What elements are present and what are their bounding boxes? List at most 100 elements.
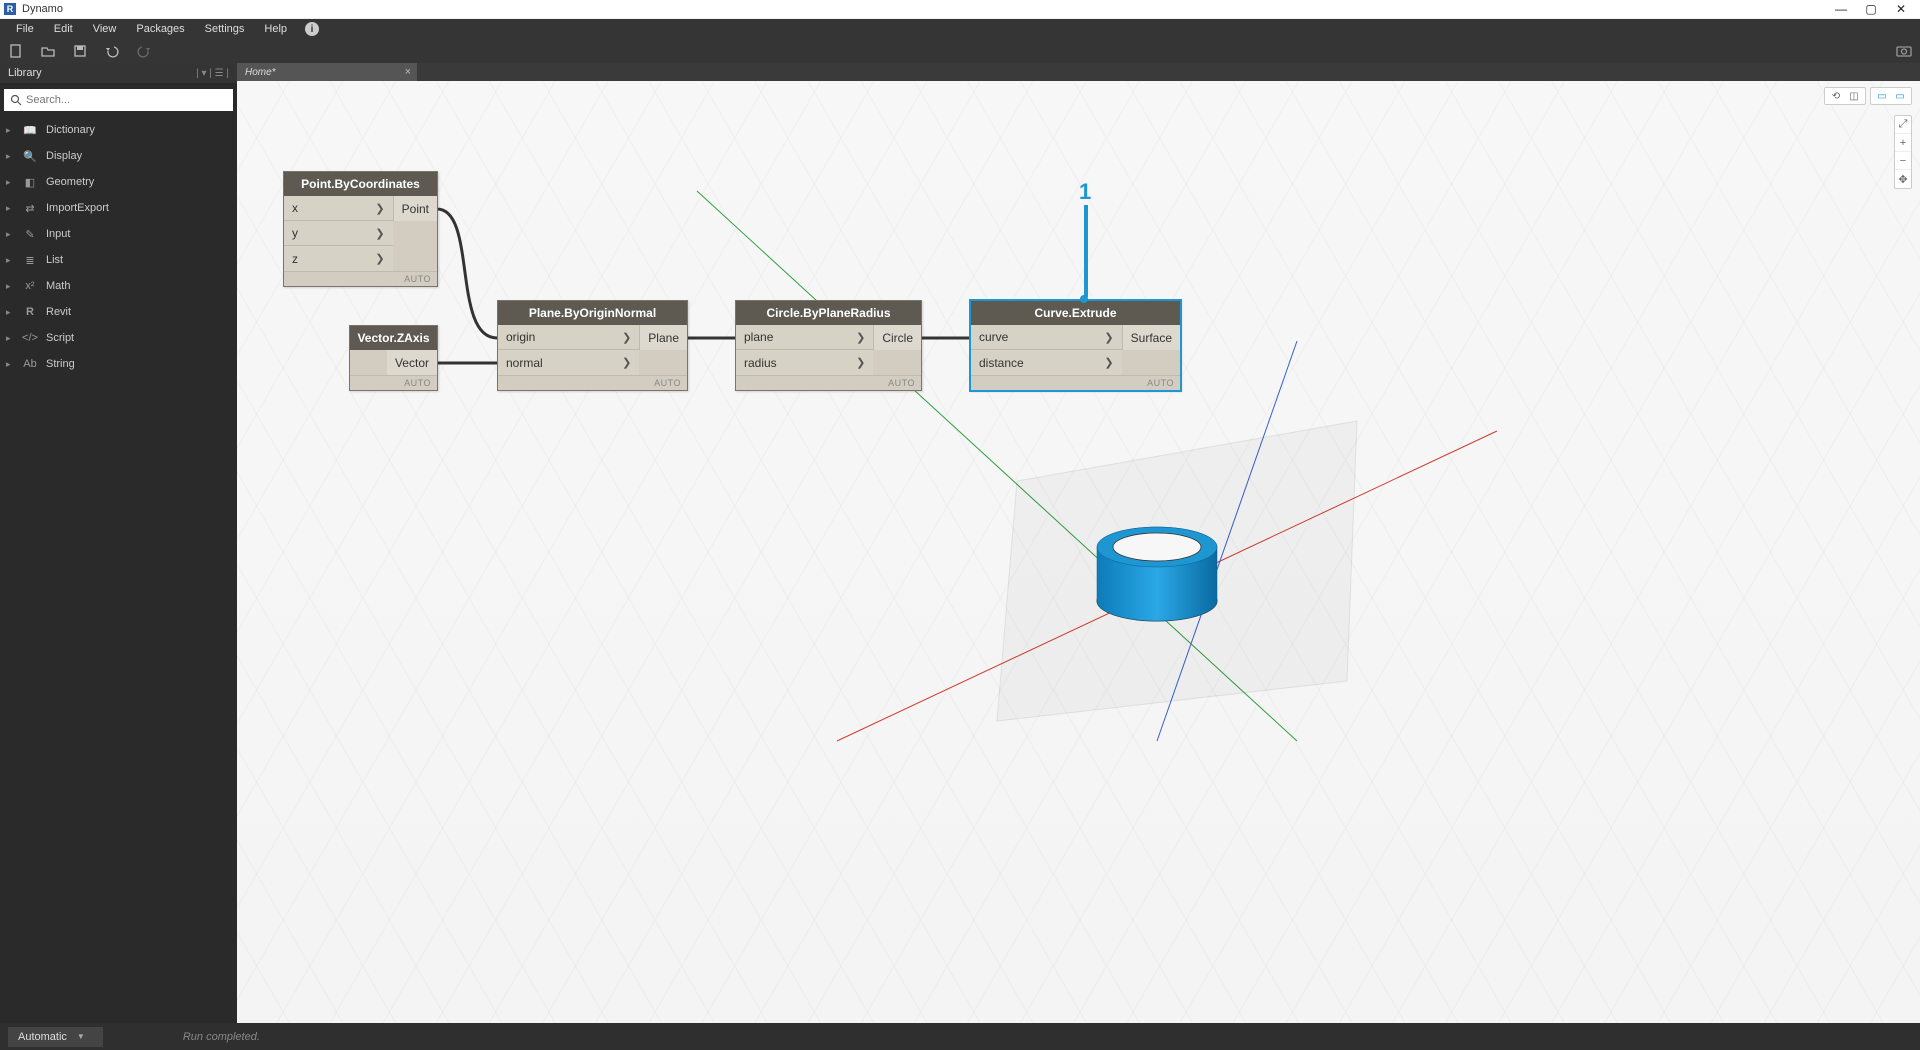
search-icon: [10, 94, 22, 106]
minimize-button[interactable]: —: [1826, 2, 1856, 16]
lib-label: Input: [46, 228, 70, 240]
input-port-origin[interactable]: origin❯: [498, 325, 639, 350]
node-title: Point.ByCoordinates: [284, 172, 437, 196]
node-circle-byplaneradius[interactable]: Circle.ByPlaneRadius plane❯ radius❯ Circ…: [735, 300, 922, 391]
lib-item-display[interactable]: ▸🔍Display: [0, 143, 237, 169]
lib-item-math[interactable]: ▸x²Math: [0, 273, 237, 299]
node-vector-zaxis[interactable]: Vector.ZAxis Vector AUTO: [349, 325, 438, 391]
input-port-z[interactable]: z❯: [284, 246, 393, 271]
app-icon: R: [4, 3, 16, 15]
revit-icon: R: [22, 306, 38, 318]
menu-help[interactable]: Help: [254, 19, 297, 39]
node-lacing: AUTO: [284, 271, 437, 286]
lib-label: Revit: [46, 306, 71, 318]
chevron-right-icon: ❯: [856, 356, 865, 369]
node-point-bycoordinates[interactable]: Point.ByCoordinates x❯ y❯ z❯ Point AUTO: [283, 171, 438, 287]
output-port-point[interactable]: Point: [393, 196, 437, 221]
tab-label: Home*: [245, 67, 276, 78]
view-mode-3d-group[interactable]: ⟲ ◫: [1824, 87, 1866, 105]
library-panel: Library | ▾ | ☰ | ▸📖Dictionary ▸🔍Display…: [0, 63, 237, 1023]
book-icon: 📖: [22, 124, 38, 137]
zoom-in-button[interactable]: +: [1895, 134, 1911, 152]
input-port-plane[interactable]: plane❯: [736, 325, 873, 350]
node-lacing: AUTO: [736, 375, 921, 390]
library-list: ▸📖Dictionary ▸🔍Display ▸◧Geometry ▸⇄Impo…: [0, 117, 237, 1023]
output-port-circle[interactable]: Circle: [873, 325, 921, 350]
info-icon[interactable]: i: [305, 22, 319, 36]
lib-item-geometry[interactable]: ▸◧Geometry: [0, 169, 237, 195]
lib-label: String: [46, 358, 75, 370]
workspace[interactable]: Home* ×: [237, 63, 1920, 1023]
pencil-icon: ✎: [22, 228, 38, 241]
annotation-number-1: 1: [1079, 179, 1091, 205]
graph-canvas[interactable]: Point.ByCoordinates x❯ y❯ z❯ Point AUTO …: [237, 81, 1920, 1023]
output-port-vector[interactable]: Vector: [387, 350, 437, 375]
wires: [237, 81, 1920, 1023]
menu-file[interactable]: File: [6, 19, 44, 39]
node-title: Plane.ByOriginNormal: [498, 301, 687, 325]
lib-item-dictionary[interactable]: ▸📖Dictionary: [0, 117, 237, 143]
camera-icon[interactable]: [1896, 43, 1912, 59]
new-file-icon[interactable]: [8, 43, 24, 59]
chevron-right-icon: ❯: [375, 202, 384, 215]
node-curve-extrude[interactable]: Curve.Extrude curve❯ distance❯ Surface A…: [970, 300, 1181, 391]
lib-label: Script: [46, 332, 74, 344]
undo-icon[interactable]: [104, 43, 120, 59]
chevron-right-icon: ❯: [622, 356, 631, 369]
lib-item-string[interactable]: ▸AbString: [0, 351, 237, 377]
lib-item-script[interactable]: ▸</>Script: [0, 325, 237, 351]
view-controls: ⟲ ◫ ▭ ▭: [1824, 87, 1912, 105]
library-search[interactable]: [4, 89, 233, 111]
menu-packages[interactable]: Packages: [126, 19, 194, 39]
open-file-icon[interactable]: [40, 43, 56, 59]
run-mode-selector[interactable]: Automatic ▼: [8, 1027, 103, 1047]
input-port-curve[interactable]: curve❯: [971, 325, 1122, 350]
fit-view-button[interactable]: ⤢: [1895, 116, 1911, 134]
swap-icon: ⇄: [22, 202, 38, 215]
close-button[interactable]: ✕: [1886, 2, 1916, 16]
lib-item-list[interactable]: ▸≣List: [0, 247, 237, 273]
lib-label: Geometry: [46, 176, 94, 188]
text-icon: Ab: [22, 358, 38, 370]
maximize-button[interactable]: ▢: [1856, 2, 1886, 16]
workspace-tab-home[interactable]: Home* ×: [237, 63, 417, 81]
input-port-x[interactable]: x❯: [284, 196, 393, 221]
library-header: Library | ▾ | ☰ |: [0, 63, 237, 83]
app-title: Dynamo: [22, 3, 1826, 15]
node-title: Vector.ZAxis: [350, 326, 437, 350]
zoom-out-button[interactable]: −: [1895, 152, 1911, 170]
menu-edit[interactable]: Edit: [44, 19, 83, 39]
lib-item-revit[interactable]: ▸RRevit: [0, 299, 237, 325]
library-title: Library: [8, 67, 196, 79]
chevron-right-icon: ❯: [1104, 331, 1113, 344]
list-icon: ≣: [22, 254, 38, 267]
lib-label: Dictionary: [46, 124, 95, 136]
redo-icon[interactable]: [136, 43, 152, 59]
menu-settings[interactable]: Settings: [195, 19, 255, 39]
run-mode-label: Automatic: [18, 1031, 67, 1043]
search-input[interactable]: [26, 94, 227, 106]
lib-item-input[interactable]: ▸✎Input: [0, 221, 237, 247]
annotation-line: [1084, 205, 1088, 297]
output-port-plane[interactable]: Plane: [639, 325, 687, 350]
code-icon: </>: [22, 332, 38, 344]
menubar: File Edit View Packages Settings Help i: [0, 19, 1920, 39]
chevron-right-icon: ❯: [856, 331, 865, 344]
save-icon[interactable]: [72, 43, 88, 59]
menu-view[interactable]: View: [83, 19, 127, 39]
orbit-icon: ⟲: [1829, 89, 1843, 103]
node-plane-byoriginnormal[interactable]: Plane.ByOriginNormal origin❯ normal❯ Pla…: [497, 300, 688, 391]
input-port-radius[interactable]: radius❯: [736, 350, 873, 375]
node-view-icon: ▭: [1875, 89, 1889, 103]
input-port-normal[interactable]: normal❯: [498, 350, 639, 375]
navigation-controls: ⤢ + − ✥: [1894, 115, 1912, 189]
input-port-y[interactable]: y❯: [284, 221, 393, 246]
workspace-tabs: Home* ×: [237, 63, 1920, 81]
output-port-surface[interactable]: Surface: [1122, 325, 1180, 350]
input-port-distance[interactable]: distance❯: [971, 350, 1122, 375]
lib-item-importexport[interactable]: ▸⇄ImportExport: [0, 195, 237, 221]
pan-button[interactable]: ✥: [1895, 170, 1911, 188]
view-mode-graph-group[interactable]: ▭ ▭: [1870, 87, 1912, 105]
link-view-icon: ▭: [1893, 89, 1907, 103]
tab-close-button[interactable]: ×: [405, 66, 411, 78]
